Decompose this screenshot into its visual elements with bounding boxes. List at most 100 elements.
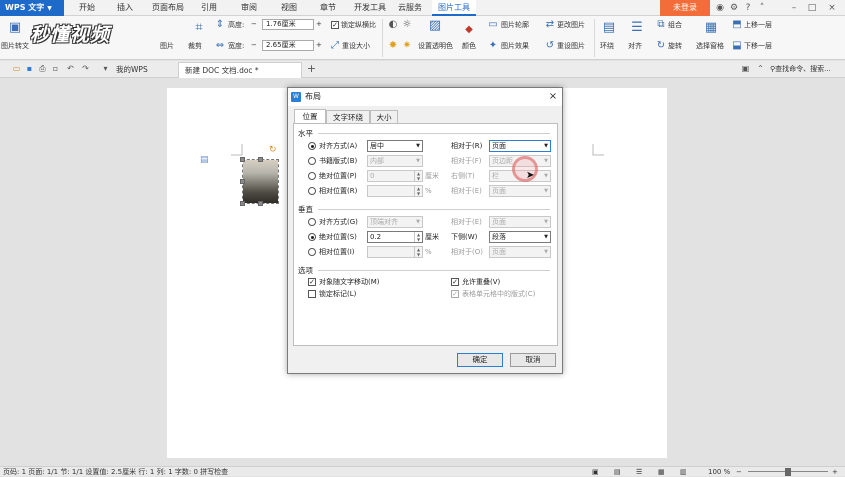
settings-icon[interactable]: ⚙ (728, 2, 740, 14)
rotate-button[interactable]: 旋转 (668, 41, 682, 51)
reset-size-icon[interactable]: ⤢ (328, 40, 342, 52)
resize-handle[interactable] (240, 179, 245, 184)
collapse-icon[interactable]: ⌃ (755, 63, 766, 75)
width-input[interactable]: 2.65厘米 (262, 40, 314, 51)
tab-document[interactable]: 新建 DOC 文档.doc * (178, 62, 302, 78)
selection-pane-button[interactable]: 选择窗格 (696, 41, 724, 51)
picture-button[interactable]: 图片 (160, 41, 174, 51)
redo-icon[interactable]: ↷ (80, 63, 91, 75)
spinner-icon[interactable]: ▲ ▼ (414, 232, 422, 242)
landscape-image[interactable] (243, 160, 278, 203)
app-menu-button[interactable]: WPS 文字 ▼ (0, 0, 64, 16)
print-icon[interactable]: ⎙ (37, 63, 48, 75)
move-with-text-checkbox[interactable]: ✓ (308, 278, 316, 286)
tab-cloud[interactable]: 云服务 (395, 0, 425, 16)
tab-developer[interactable]: 开发工具 (350, 0, 390, 16)
tab-chapter[interactable]: 章节 (313, 0, 343, 16)
tab-text-wrap[interactable]: 文字环绕 (326, 110, 370, 123)
tab-picture-tools[interactable]: 图片工具 (432, 0, 476, 16)
v-below-select[interactable]: 段落 ▼ (489, 231, 551, 243)
layout-in-cell-checkbox[interactable]: ✓ (451, 290, 459, 298)
allow-overlap-checkbox[interactable]: ✓ (451, 278, 459, 286)
save-icon[interactable]: ▪ (24, 63, 35, 75)
change-picture-icon[interactable]: ⇄ (543, 19, 557, 31)
height-increase[interactable]: + (316, 19, 322, 29)
v-align-radio[interactable] (308, 218, 316, 226)
command-search[interactable]: ⚲查找命令、搜索... (770, 63, 844, 76)
tab-position[interactable]: 位置 (294, 109, 326, 123)
help-icon[interactable]: ? (742, 2, 754, 14)
color-button[interactable]: 颜色 (462, 41, 476, 51)
spinner-icon[interactable]: ▲ ▼ (414, 247, 422, 257)
picture-outline-icon[interactable]: ▭ (486, 19, 500, 31)
dialog-titlebar[interactable]: W 布局 × (288, 88, 562, 106)
preview-icon[interactable]: ▫ (50, 63, 61, 75)
h-relpos-input[interactable]: ▲ ▼ (367, 185, 423, 197)
reset-picture-icon[interactable]: ↺ (543, 40, 557, 52)
lock-ratio-checkbox[interactable]: ✓ (331, 21, 339, 29)
picture-to-text-button[interactable]: 图片转文 (1, 41, 29, 51)
tab-page-layout[interactable]: 页面布局 (148, 0, 188, 16)
height-decrease[interactable]: − (251, 19, 257, 29)
brightness-down-icon[interactable]: ✷ (400, 40, 414, 52)
cancel-button[interactable]: 取消 (510, 353, 556, 367)
add-tab-button[interactable]: + (306, 63, 317, 75)
selection-pane-icon[interactable]: ▦ (702, 20, 720, 36)
h-align-select[interactable]: 居中 ▼ (367, 140, 423, 152)
spinner-icon[interactable]: ▲ ▼ (414, 171, 422, 181)
undo-icon[interactable]: ↶ (65, 63, 76, 75)
bring-forward-icon[interactable]: ⬒ (730, 19, 744, 31)
tab-review[interactable]: 审阅 (234, 0, 264, 16)
wrap-icon[interactable]: ▤ (600, 20, 618, 36)
h-relpos-radio[interactable] (308, 187, 316, 195)
dialog-close-button[interactable]: × (546, 90, 560, 104)
color-icon[interactable]: ◆ (462, 24, 476, 36)
tab-my-wps[interactable]: 我的WPS (110, 62, 154, 78)
width-increase[interactable]: + (316, 40, 322, 50)
skin-icon[interactable]: ◉ (714, 2, 726, 14)
bring-forward-button[interactable]: 上移一层 (744, 20, 772, 30)
v-relpos-radio[interactable] (308, 248, 316, 256)
open-icon[interactable]: ▭ (11, 63, 22, 75)
picture-effect-icon[interactable]: ✦ (486, 40, 500, 52)
v-abs-radio[interactable] (308, 233, 316, 241)
height-input[interactable]: 1.76厘米 (262, 19, 314, 30)
group-button[interactable]: 组合 (668, 20, 682, 30)
h-book-radio[interactable] (308, 157, 316, 165)
set-transparent-icon[interactable]: ▨ (426, 18, 444, 34)
picture-outline-button[interactable]: 图片轮廓 (501, 20, 529, 30)
close-icon[interactable]: × (826, 2, 838, 14)
resize-handle[interactable] (258, 201, 263, 206)
menu-icon[interactable]: ˄ (756, 2, 768, 14)
h-relpos-rel-select[interactable]: 页面 ▼ (489, 185, 551, 197)
width-decrease[interactable]: − (251, 40, 257, 50)
brightness-icon[interactable]: ☼ (400, 19, 414, 31)
maximize-icon[interactable]: □ (806, 2, 818, 14)
tab-insert[interactable]: 插入 (110, 0, 140, 16)
resize-handle[interactable] (240, 201, 245, 206)
tab-view[interactable]: 视图 (274, 0, 304, 16)
h-rel-select[interactable]: 页面 ▼ (489, 140, 551, 152)
zoom-slider-thumb[interactable] (785, 468, 791, 476)
align-icon[interactable]: ☰ (628, 20, 646, 36)
h-abs-radio[interactable] (308, 172, 316, 180)
picture-effect-button[interactable]: 图片效果 (501, 41, 529, 51)
send-backward-button[interactable]: 下移一层 (744, 41, 772, 51)
group-icon[interactable]: ⧉ (654, 19, 668, 31)
v-abs-input[interactable]: 0.2 ▲ ▼ (367, 231, 423, 243)
minimize-icon[interactable]: – (788, 2, 800, 14)
v-rel-select[interactable]: 页面 ▼ (489, 216, 551, 228)
reset-size-button[interactable]: 重设大小 (342, 41, 370, 51)
contrast-icon[interactable]: ◐ (386, 19, 400, 31)
ok-button[interactable]: 确定 (457, 353, 503, 367)
paragraph-icon[interactable]: ▤ (200, 155, 209, 165)
crop-icon[interactable]: ⌗ (190, 20, 208, 36)
v-relpos-input[interactable]: ▲ ▼ (367, 246, 423, 258)
change-picture-button[interactable]: 更改图片 (557, 20, 585, 30)
tab-size[interactable]: 大小 (370, 110, 398, 123)
rotate-handle-icon[interactable]: ↻ (269, 145, 277, 155)
layout-icon[interactable]: ▣ (740, 63, 751, 75)
rotate-icon[interactable]: ↻ (654, 40, 668, 52)
login-button[interactable]: 未登录 (660, 0, 710, 16)
wrap-button[interactable]: 环绕 (600, 41, 614, 51)
